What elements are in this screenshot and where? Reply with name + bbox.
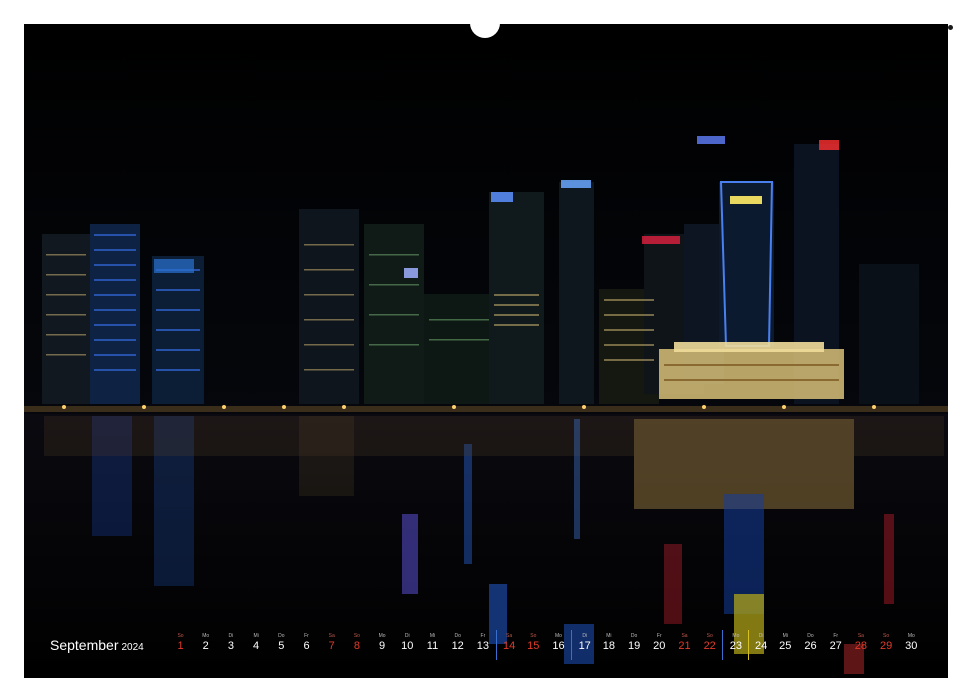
day-number: 5 (278, 640, 285, 652)
calendar-day: Mo 2 (193, 630, 218, 660)
day-number: 25 (779, 640, 792, 652)
calendar-day: Sa 7 (319, 630, 344, 660)
weekday-label: Sa (506, 633, 513, 639)
day-number: 12 (451, 640, 464, 652)
day-number: 11 (426, 640, 439, 652)
day-number: 14 (502, 640, 516, 652)
calendar-day: Fr 20 (647, 630, 672, 660)
day-number: 20 (653, 640, 666, 652)
calendar-day: So 15 (521, 630, 546, 660)
weekday-label: Do (807, 633, 814, 639)
weekday-label: Fr (656, 633, 662, 639)
calendar-day: So 8 (344, 630, 369, 660)
weekday-label: Fr (304, 633, 309, 639)
day-number: 19 (627, 640, 641, 652)
weekday-label: Do (454, 633, 461, 639)
day-number: 2 (202, 640, 209, 652)
calendar-day: Sa 21 (672, 630, 697, 660)
weekday-label: So (530, 633, 537, 639)
month-label: September 2024 (50, 637, 144, 653)
day-number: 6 (303, 640, 310, 652)
calendar-day: Fr 13 (470, 630, 495, 660)
day-number: 4 (253, 640, 260, 652)
weekday-label: Sa (857, 633, 864, 639)
calendar-day: Di 3 (218, 630, 243, 660)
day-number: 13 (476, 640, 490, 652)
weekday-label: Mi (782, 633, 788, 639)
weekday-label: So (706, 633, 713, 639)
day-number: 18 (602, 640, 616, 652)
day-number: 17 (578, 640, 591, 652)
weekday-label: Mo (555, 633, 562, 639)
day-number: 21 (678, 640, 691, 652)
month-name: September (50, 637, 119, 653)
weekday-label: Mo (732, 633, 740, 639)
calendar-strip: September 2024 So 1 Mo 2 Di 3 Mi 4 Do 5 Fr 6 Sa 7 So 8 Mo… (24, 630, 948, 660)
calendar-day: So 22 (697, 630, 722, 660)
calendar-day: Mo 23 (722, 630, 748, 660)
calendar-day: Sa 28 (848, 630, 873, 660)
weekday-label: Do (630, 633, 638, 639)
day-number: 28 (854, 640, 868, 652)
day-number: 7 (328, 640, 335, 652)
day-number: 16 (552, 640, 565, 652)
day-number: 24 (754, 640, 768, 652)
calendar-day: Mo 30 (899, 630, 924, 660)
weekday-label: Mo (202, 633, 210, 639)
day-number: 30 (905, 640, 918, 652)
weekday-label: So (177, 633, 184, 639)
calendar-day: Mi 4 (244, 630, 269, 660)
calendar-day: Mi 11 (420, 630, 445, 660)
calendar-day: Do 5 (269, 630, 294, 660)
calendar-day: Mi 25 (773, 630, 798, 660)
weekday-label: Mi (606, 633, 612, 639)
weekday-label: So (883, 633, 890, 639)
calendar-day: Do 19 (622, 630, 647, 660)
day-number: 15 (527, 640, 540, 652)
day-number: 10 (401, 640, 414, 652)
weekday-label: Fr (833, 633, 839, 639)
day-number: 23 (729, 640, 743, 652)
weekday-label: Di (404, 633, 410, 639)
calendar-day: Di 17 (571, 630, 597, 660)
day-number: 9 (379, 640, 386, 652)
weekday-label: Di (582, 633, 588, 639)
calendar-day: So 1 (168, 630, 193, 660)
calendar-day: Sa 14 (495, 630, 522, 660)
calendar-day: Di 10 (395, 630, 420, 660)
weekday-label: Di (758, 633, 764, 639)
calendar-day: Di 24 (747, 630, 774, 660)
weekday-label: Mi (429, 633, 436, 639)
weekday-label: Do (278, 633, 285, 639)
calendar-day: Fr 6 (294, 630, 319, 660)
calendar-photo: September 2024 So 1 Mo 2 Di 3 Mi 4 Do 5 Fr 6 Sa 7 So 8 Mo… (24, 24, 948, 678)
day-number: 8 (353, 640, 360, 652)
weekday-label: Sa (328, 633, 335, 639)
weekday-label: Di (228, 633, 234, 639)
day-number: 29 (879, 640, 893, 652)
calendar-day: Mo 16 (546, 630, 571, 660)
day-number: 22 (703, 640, 716, 652)
year-label: 2024 (121, 642, 144, 653)
weekday-label: Mo (378, 633, 386, 639)
day-number: 27 (829, 640, 842, 652)
calendar-day: Fr 27 (823, 630, 848, 660)
calendar-day: Mi 18 (596, 630, 621, 660)
day-number: 1 (177, 640, 184, 652)
weekday-label: Mi (253, 633, 259, 639)
calendar-day: Mo 9 (370, 630, 395, 660)
weekday-label: Fr (480, 633, 486, 639)
weekday-label: Sa (681, 633, 688, 639)
weekday-label: So (353, 633, 360, 639)
calendar-day: Do 26 (798, 630, 823, 660)
binding-hole (948, 25, 953, 30)
calendar-day: Do 12 (445, 630, 470, 660)
day-number: 26 (804, 640, 817, 652)
weekday-label: Mo (907, 633, 915, 639)
day-number: 3 (227, 640, 234, 652)
calendar-day: So 29 (874, 630, 899, 660)
city-skyline-night-image (24, 24, 948, 678)
